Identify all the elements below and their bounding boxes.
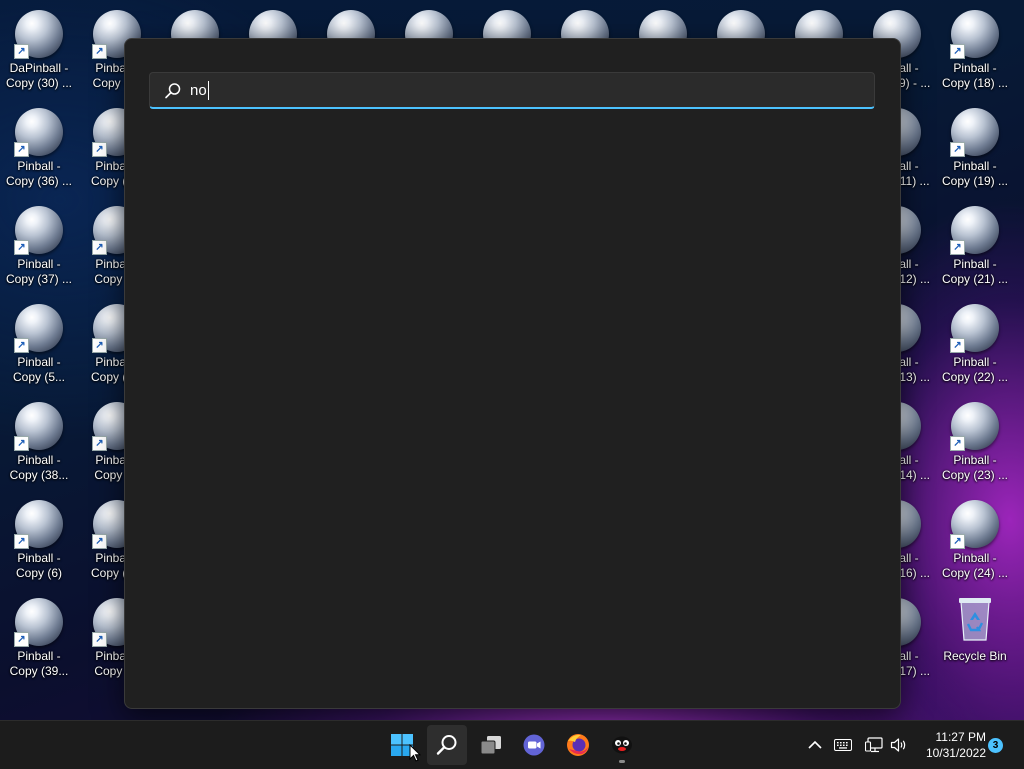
taskbar: 11:27 PM 10/31/2022 3	[0, 720, 1024, 769]
desktop-shortcut-label: Pinball - Copy (18) ...	[941, 61, 1009, 90]
desktop-shortcut-label: Pinball - Copy (6)	[15, 551, 62, 580]
clock-time: 11:27 PM	[935, 730, 986, 744]
desktop-shortcut-label: Pinball - Copy (22) ...	[941, 355, 1009, 384]
search-icon	[165, 83, 181, 99]
desktop-shortcut[interactable]: ↗ Pinball - Copy (38...	[0, 396, 78, 492]
firefox-button[interactable]	[558, 725, 598, 765]
teams-chat-icon	[523, 734, 545, 756]
keyboard-button[interactable]	[832, 721, 854, 769]
network-icon	[865, 737, 883, 753]
clock[interactable]: 11:27 PM 10/31/2022	[914, 729, 986, 761]
desktop-shortcut-label: Pinball - Copy (36) ...	[5, 159, 73, 188]
mouse-pointer-icon	[409, 744, 421, 762]
task-view-button[interactable]	[471, 725, 511, 765]
shortcut-arrow-icon: ↗	[92, 44, 107, 59]
recycle-bin-icon	[959, 598, 991, 641]
shortcut-arrow-icon: ↗	[14, 44, 29, 59]
search-panel: no	[124, 38, 901, 709]
shortcut-arrow-icon: ↗	[14, 338, 29, 353]
shortcut-arrow-icon: ↗	[14, 534, 29, 549]
desktop-shortcut-label: Pinball - Copy (37) ...	[5, 257, 73, 286]
desktop-shortcut[interactable]: ↗ Pinball - Copy (23) ...	[936, 396, 1014, 492]
desktop-shortcut[interactable]: ↗ Pinball - Copy (18) ...	[936, 4, 1014, 100]
notification-badge[interactable]: 3	[988, 738, 1003, 753]
desktop-shortcut[interactable]: ↗ Pinball - Copy (39...	[0, 592, 78, 688]
shortcut-arrow-icon: ↗	[950, 142, 965, 157]
shortcut-arrow-icon: ↗	[950, 338, 965, 353]
search-button[interactable]	[427, 725, 467, 765]
shortcut-arrow-icon: ↗	[92, 436, 107, 451]
shortcut-arrow-icon: ↗	[950, 534, 965, 549]
running-indicator	[619, 760, 625, 763]
desktop-shortcut-label: DaPinball - Copy (30) ...	[5, 61, 73, 90]
shortcut-arrow-icon: ↗	[14, 142, 29, 157]
desktop-shortcut[interactable]: ↗ Pinball - Copy (5...	[0, 298, 78, 394]
volume-icon	[890, 738, 906, 752]
desktop-shortcut-label: Pinball - Copy (24) ...	[941, 551, 1009, 580]
shortcut-arrow-icon: ↗	[14, 240, 29, 255]
search-query-text: no	[190, 82, 207, 99]
shortcut-arrow-icon: ↗	[92, 142, 107, 157]
firefox-icon	[567, 734, 589, 756]
desktop-shortcut[interactable]: ↗ Pinball - Copy (24) ...	[936, 494, 1014, 590]
shortcut-arrow-icon: ↗	[92, 632, 107, 647]
shortcut-arrow-icon: ↗	[950, 44, 965, 59]
desktop-shortcut[interactable]: ↗ Pinball - Copy (19) ...	[936, 102, 1014, 198]
recycle-bin-shortcut[interactable]: Recycle Bin	[936, 592, 1014, 688]
shortcut-arrow-icon: ↗	[92, 534, 107, 549]
volume-button[interactable]	[888, 721, 910, 769]
network-button[interactable]	[863, 721, 885, 769]
shortcut-arrow-icon: ↗	[950, 240, 965, 255]
text-caret	[208, 81, 209, 100]
keyboard-icon	[834, 739, 852, 751]
shortcut-arrow-icon: ↗	[14, 632, 29, 647]
clock-date: 10/31/2022	[925, 746, 986, 760]
chevron-up-icon	[808, 740, 822, 749]
desktop-shortcut[interactable]: ↗ DaPinball - Copy (30) ...	[0, 4, 78, 100]
shortcut-arrow-icon: ↗	[14, 436, 29, 451]
desktop-shortcut[interactable]: ↗ Pinball - Copy (37) ...	[0, 200, 78, 296]
teams-chat-button[interactable]	[514, 725, 554, 765]
desktop-shortcut-label: Pinball - Copy (39...	[9, 649, 69, 678]
desktop-shortcut-label: Pinball - Copy (19) ...	[941, 159, 1009, 188]
desktop-shortcut-label: Pinball - Copy (21) ...	[941, 257, 1009, 286]
desktop-shortcut[interactable]: ↗ Pinball - Copy (21) ...	[936, 200, 1014, 296]
desktop-shortcut-label: Pinball - Copy (38...	[9, 453, 69, 482]
desktop-shortcut-label: Recycle Bin	[943, 649, 1007, 663]
desktop-shortcut[interactable]: ↗ Pinball - Copy (6)	[0, 494, 78, 590]
app-face-icon	[612, 736, 632, 754]
desktop-shortcut-label: Pinball - Copy (23) ...	[941, 453, 1009, 482]
app-button[interactable]	[602, 725, 642, 765]
shortcut-arrow-icon: ↗	[92, 240, 107, 255]
desktop-shortcut-label: Pinball - Copy (5...	[12, 355, 66, 384]
tray-overflow-button[interactable]	[804, 721, 826, 769]
search-input[interactable]: no	[149, 72, 875, 109]
search-icon	[436, 735, 457, 755]
desktop-shortcut[interactable]: ↗ Pinball - Copy (22) ...	[936, 298, 1014, 394]
shortcut-arrow-icon: ↗	[950, 436, 965, 451]
desktop-shortcut[interactable]: ↗ Pinball - Copy (36) ...	[0, 102, 78, 198]
shortcut-arrow-icon: ↗	[92, 338, 107, 353]
task-view-icon	[480, 736, 501, 755]
